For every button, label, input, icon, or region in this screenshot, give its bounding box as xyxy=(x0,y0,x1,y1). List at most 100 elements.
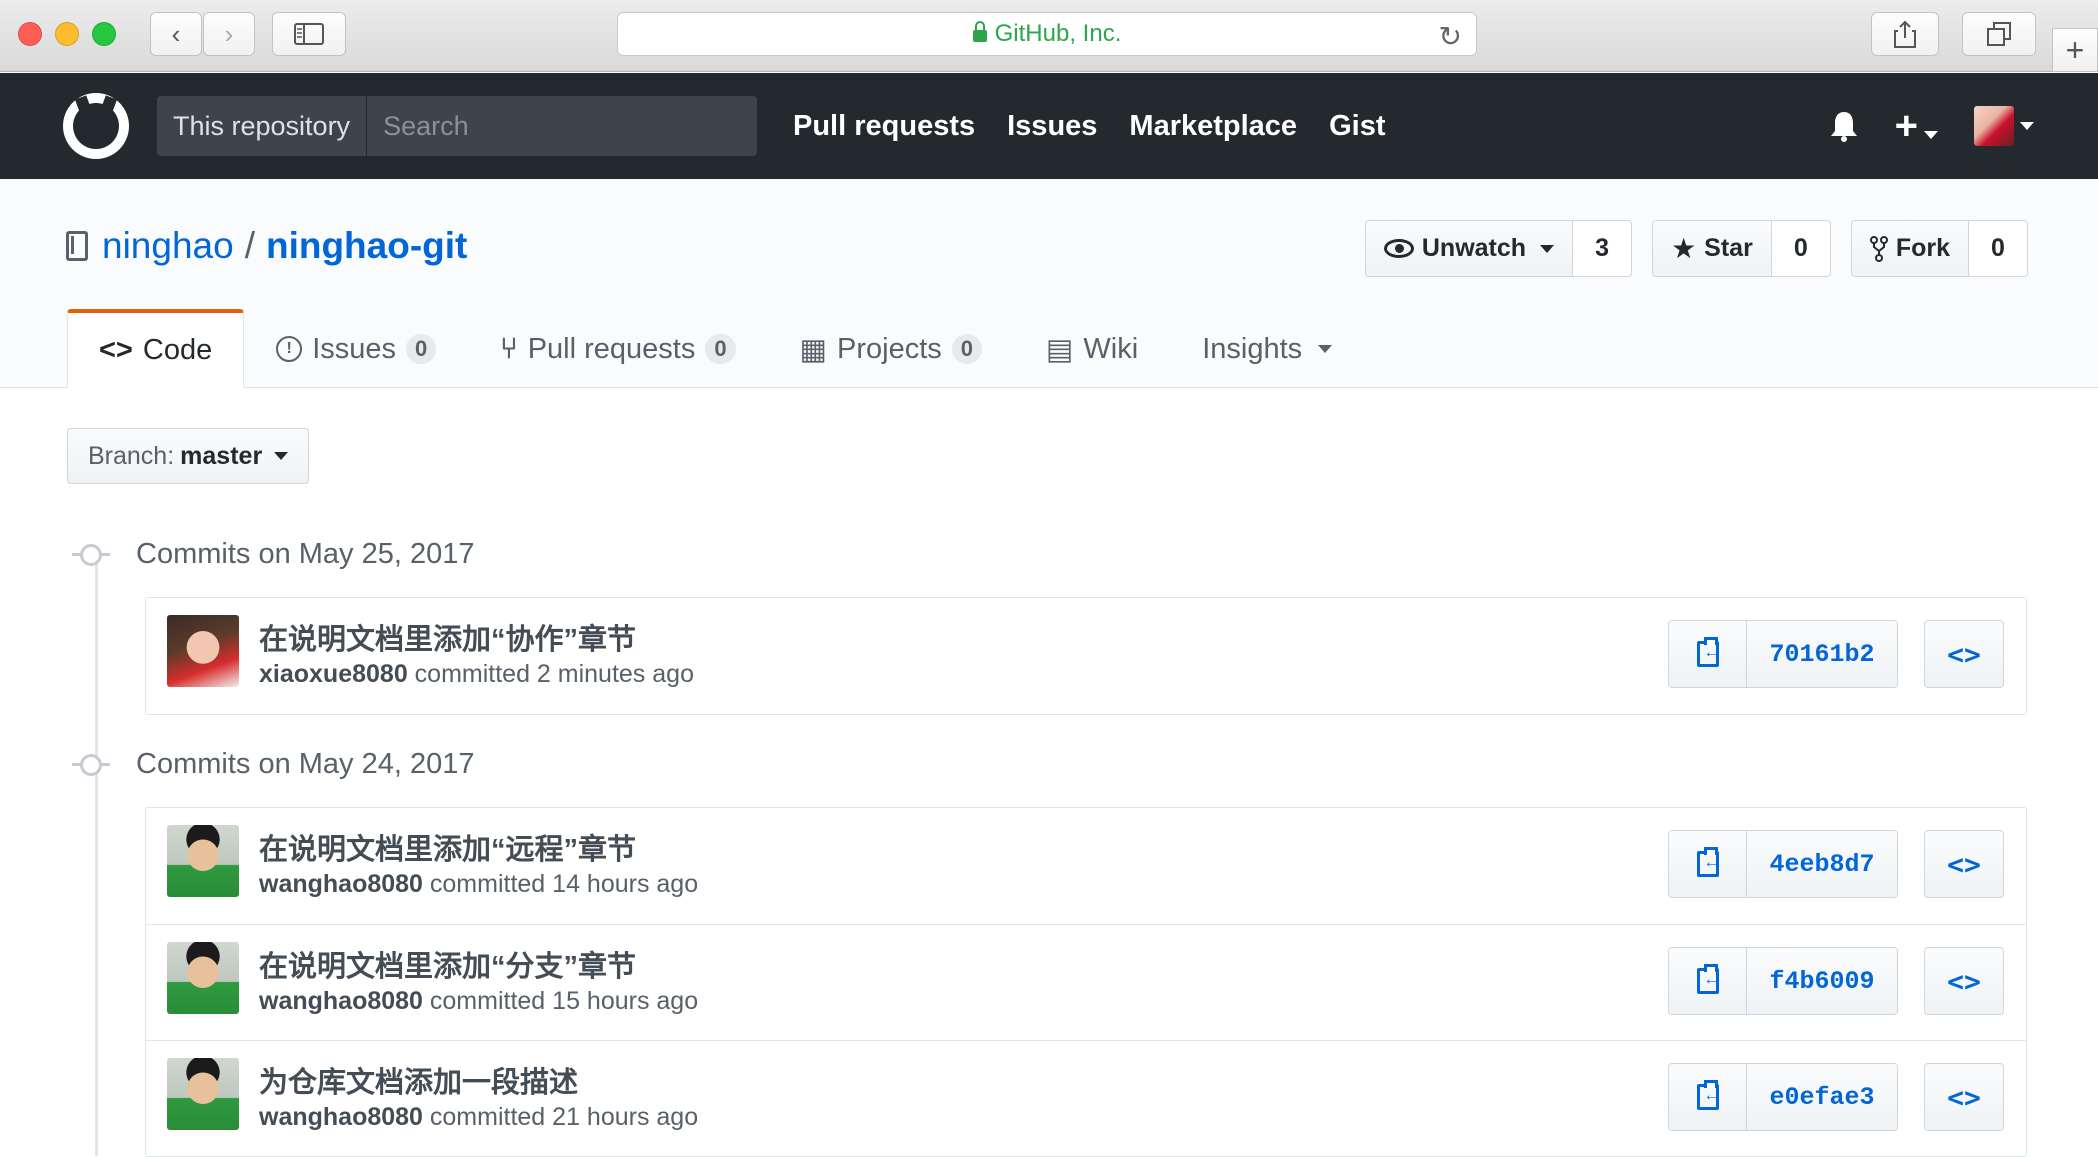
repo-owner-link[interactable]: ninghao xyxy=(102,225,234,267)
reload-icon[interactable]: ↻ xyxy=(1439,20,1462,53)
commit-group-heading: Commits on May 25, 2017 xyxy=(72,538,474,571)
sha-group: 70161b2 xyxy=(1668,620,1898,688)
commit-row: 为仓库文档添加一段描述 wanghao8080 committed 21 hou… xyxy=(146,1040,2026,1156)
fork-label: Fork xyxy=(1895,234,1950,262)
search-scope[interactable]: This repository xyxy=(157,96,368,156)
browse-repo-button[interactable]: <> xyxy=(1924,947,2004,1015)
nav-gist[interactable]: Gist xyxy=(1329,110,1385,143)
fork-group: Fork 0 xyxy=(1850,220,2028,277)
avatar[interactable] xyxy=(167,942,239,1014)
commit-meta: wanghao8080 committed 21 hours ago xyxy=(259,1103,698,1132)
commit-time: committed 14 hours ago xyxy=(429,870,699,898)
forward-button[interactable]: › xyxy=(203,12,255,56)
commit-message[interactable]: 在说明文档里添加“协作”章节 xyxy=(259,616,636,658)
clippy-icon xyxy=(1696,1080,1720,1110)
tab-wiki[interactable]: ▤ Wiki xyxy=(1014,309,1170,388)
share-icon xyxy=(1894,20,1916,48)
address-text: GitHub, Inc. xyxy=(994,20,1122,47)
browser-toolbar: ‹ › GitHub, Inc. ↻ + xyxy=(0,0,2098,72)
create-new-menu[interactable]: + xyxy=(1895,106,1938,146)
commit-sha-link[interactable]: f4b6009 xyxy=(1747,948,1897,1014)
repo-name-link[interactable]: ninghao-git xyxy=(266,225,467,267)
commit-author[interactable]: wanghao8080 xyxy=(259,987,423,1015)
user-menu[interactable] xyxy=(1974,106,2034,146)
zoom-window-button[interactable] xyxy=(92,22,116,46)
sidebar-toggle-button[interactable] xyxy=(272,12,346,56)
sha-group: 4eeb8d7 xyxy=(1668,830,1898,898)
stargazers-count[interactable]: 0 xyxy=(1772,221,1830,276)
github-logo-icon[interactable] xyxy=(63,93,129,159)
copy-sha-button[interactable] xyxy=(1669,621,1747,687)
avatar[interactable] xyxy=(167,825,239,897)
commit-author[interactable]: wanghao8080 xyxy=(259,870,423,898)
star-button[interactable]: ★ Star xyxy=(1653,221,1772,276)
chevron-down-icon xyxy=(2020,122,2034,130)
commit-meta: wanghao8080 committed 15 hours ago xyxy=(259,987,698,1016)
unwatch-button[interactable]: Unwatch xyxy=(1365,221,1574,276)
search-input[interactable] xyxy=(367,110,757,142)
commit-author[interactable]: xiaoxue8080 xyxy=(259,660,408,688)
commit-message[interactable]: 在说明文档里添加“分支”章节 xyxy=(259,943,636,985)
nav-pull-requests[interactable]: Pull requests xyxy=(793,110,975,143)
commit-author[interactable]: wanghao8080 xyxy=(259,1103,423,1131)
share-button[interactable] xyxy=(1871,12,1939,56)
issue-icon: ! xyxy=(276,336,303,362)
bell-icon[interactable] xyxy=(1829,110,1859,142)
address-bar[interactable]: GitHub, Inc. ↻ xyxy=(617,12,1477,56)
sidebar-icon xyxy=(294,23,324,45)
header-actions: + xyxy=(1829,73,2034,179)
new-tab-button[interactable]: + xyxy=(2052,28,2098,72)
copy-sha-button[interactable] xyxy=(1669,1064,1747,1130)
unwatch-label: Unwatch xyxy=(1421,234,1527,262)
tab-issues[interactable]: ! Issues 0 xyxy=(244,309,468,388)
back-button[interactable]: ‹ xyxy=(150,12,202,56)
forks-count[interactable]: 0 xyxy=(1969,221,2027,276)
tab-code[interactable]: <> Code xyxy=(67,309,245,388)
clippy-icon xyxy=(1696,964,1720,994)
repo-title: ninghao / ninghao-git xyxy=(66,225,467,267)
header-nav: Pull requests Issues Marketplace Gist xyxy=(793,73,1385,179)
branch-select-button[interactable]: Branch: master xyxy=(67,428,310,484)
branch-prefix: Branch: xyxy=(88,441,175,470)
copy-sha-button[interactable] xyxy=(1669,831,1747,897)
avatar[interactable] xyxy=(167,1058,239,1130)
browse-repo-button[interactable]: <> xyxy=(1924,1063,2004,1131)
tab-pull-requests[interactable]: ⑂ Pull requests 0 xyxy=(468,309,767,388)
plus-icon: + xyxy=(2065,31,2085,68)
copy-sha-button[interactable] xyxy=(1669,948,1747,1014)
chevron-down-icon xyxy=(1540,244,1555,253)
eye-icon xyxy=(1383,239,1414,258)
lock-icon xyxy=(972,21,987,42)
browse-repo-button[interactable]: <> xyxy=(1924,620,2004,688)
commit-time: committed 15 hours ago xyxy=(429,987,699,1015)
tab-projects[interactable]: ▦ Projects 0 xyxy=(768,309,1014,388)
commit-meta: wanghao8080 committed 14 hours ago xyxy=(259,870,698,899)
fork-icon xyxy=(1869,235,1888,262)
commit-group-heading: Commits on May 24, 2017 xyxy=(72,748,474,781)
search-box: This repository xyxy=(157,96,757,156)
repo-header: ninghao / ninghao-git Unwatch 3 ★ Star 0 … xyxy=(0,179,2098,388)
tab-label: Wiki xyxy=(1083,332,1139,365)
fork-button[interactable]: Fork xyxy=(1851,221,1969,276)
pull-request-icon: ⑂ xyxy=(500,332,518,365)
browse-repo-button[interactable]: <> xyxy=(1924,830,2004,898)
commit-sha-link[interactable]: e0efae3 xyxy=(1747,1064,1897,1130)
tab-insights[interactable]: Insights xyxy=(1170,309,1364,388)
commit-sha-link[interactable]: 4eeb8d7 xyxy=(1747,831,1897,897)
nav-marketplace[interactable]: Marketplace xyxy=(1129,110,1297,143)
chevron-down-icon xyxy=(1924,130,1938,139)
commit-sha-link[interactable]: 70161b2 xyxy=(1747,621,1897,687)
watchers-count[interactable]: 3 xyxy=(1573,221,1631,276)
star-label: Star xyxy=(1704,234,1753,262)
commit-icon xyxy=(72,543,110,566)
code-icon: <> xyxy=(99,334,133,366)
commit-message[interactable]: 在说明文档里添加“远程”章节 xyxy=(259,826,636,868)
minimize-window-button[interactable] xyxy=(55,22,79,46)
avatar[interactable] xyxy=(167,615,239,687)
tabs-overview-button[interactable] xyxy=(1962,12,2036,56)
close-window-button[interactable] xyxy=(18,22,42,46)
tab-label: Pull requests xyxy=(527,332,696,365)
commit-message[interactable]: 为仓库文档添加一段描述 xyxy=(259,1059,578,1101)
chevron-left-icon: ‹ xyxy=(171,18,181,49)
nav-issues[interactable]: Issues xyxy=(1007,110,1097,143)
